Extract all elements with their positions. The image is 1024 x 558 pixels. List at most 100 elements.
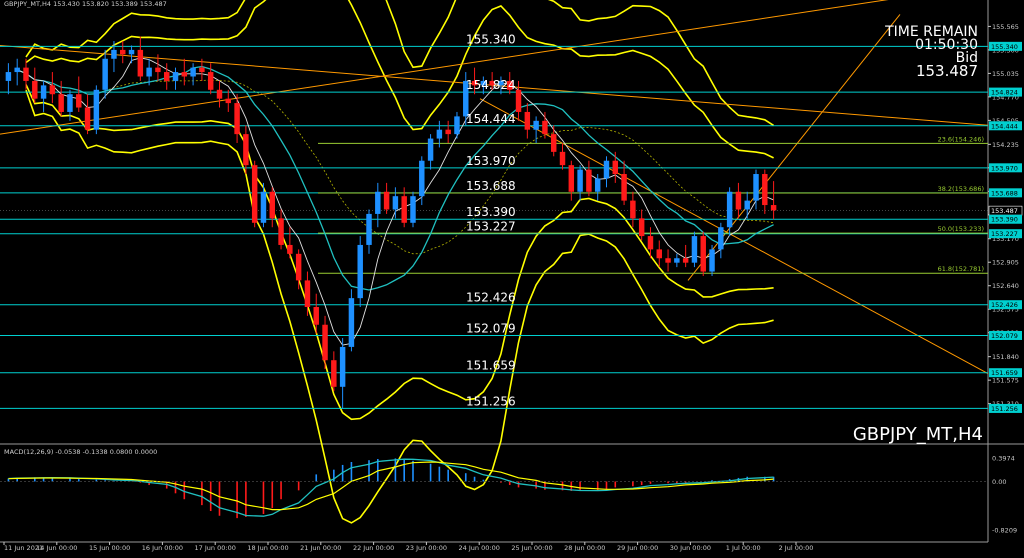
price-level-label: 155.340 (466, 32, 516, 46)
price-marker-label: 152.426 (991, 301, 1018, 309)
candle-body (313, 307, 319, 325)
candle-body (93, 89, 100, 130)
candle-body (366, 213, 372, 245)
candle-body (559, 151, 566, 166)
price-marker-label: 151.659 (991, 369, 1018, 377)
time-tick-label: 17 Jun 00:00 (195, 544, 236, 552)
candle-body (718, 227, 724, 250)
time-tick-label: 29 Jun 00:00 (617, 544, 658, 552)
price-marker-label: 153.390 (991, 216, 1018, 224)
candle-body (339, 346, 346, 387)
macd-label: MACD(12,26,9) -0.0538 -0.1338 0.0800 0.0… (4, 448, 157, 456)
candle-body (577, 169, 583, 192)
candle-body (410, 196, 416, 223)
candle-body (665, 258, 671, 263)
candle-body (84, 107, 91, 130)
price-tick-label: 151.575 (992, 377, 1019, 385)
candle-body (199, 67, 205, 73)
time-tick-label: 14 Jun 00:00 (36, 544, 77, 552)
candle-body (568, 165, 575, 192)
candle-body (14, 67, 20, 73)
price-level-label: 153.390 (466, 205, 516, 219)
time-tick-label: 18 Jun 00:00 (247, 544, 288, 552)
candle-body (128, 49, 135, 55)
candle-body (269, 191, 275, 219)
candle-body (454, 116, 460, 135)
time-tick-label: 1 Jul 00:00 (726, 544, 761, 552)
candle-body (436, 129, 443, 139)
fib-level-label: 38.2(153.686) (938, 185, 984, 193)
candle-body (32, 80, 38, 99)
fib-level-label: 50.0(153.233) (938, 225, 984, 233)
candle-body (234, 103, 240, 135)
price-tick-label: 155.565 (992, 23, 1019, 31)
price-tick-label: 152.640 (992, 282, 1019, 290)
candle-body (726, 191, 733, 228)
price-level-label: 154.824 (466, 78, 516, 92)
candle-body (216, 89, 223, 99)
price-marker-label: 153.970 (991, 164, 1018, 172)
candle-body (190, 67, 196, 77)
candle-body (392, 196, 399, 210)
time-tick-label: 22 Jun 00:00 (353, 544, 394, 552)
time-tick-label: 23 Jun 00:00 (406, 544, 447, 552)
candle-body (735, 191, 742, 210)
candle-body (770, 205, 777, 211)
chart-canvas[interactable]: 23.6(154.246) 38.2(153.686) 50.0(153.233) 6… (0, 0, 1024, 554)
price-tick-label: 154.235 (992, 141, 1019, 149)
candle-body (586, 169, 592, 192)
candle-body (111, 49, 117, 59)
price-marker-label: 152.079 (991, 332, 1018, 340)
candle-body (621, 174, 627, 201)
candle-body (304, 280, 311, 308)
candle-body (40, 85, 47, 99)
candle-body (594, 178, 601, 192)
candle-body (357, 244, 363, 299)
price-level-label: 152.079 (466, 321, 516, 335)
candle-body (542, 120, 548, 135)
candle-body (630, 200, 636, 219)
price-tick-label: 155.035 (992, 70, 1019, 78)
price-marker-label: 153.688 (991, 189, 1018, 197)
time-tick-label: 15 Jun 00:00 (89, 544, 130, 552)
candle-body (375, 191, 381, 214)
price-marker-label: 154.444 (991, 122, 1018, 130)
candle-body (163, 72, 170, 81)
candle-body (419, 160, 425, 197)
candle-body (225, 98, 232, 104)
candle-body (155, 67, 161, 73)
candle-body (427, 138, 434, 161)
candle-body (331, 360, 337, 387)
candle-body (524, 111, 531, 130)
price-tick-label: 152.905 (992, 259, 1019, 267)
macd-tick-label: 0.3974 (992, 455, 1015, 463)
fib-level-label: 61.8(152.781) (938, 265, 984, 273)
symbol-watermark: GBPJPY_MT,H4 (853, 424, 983, 445)
candle-body (49, 85, 56, 95)
candle-body (146, 67, 152, 77)
time-tick-label: 30 Jun 00:00 (670, 544, 711, 552)
price-marker-label: 155.340 (991, 43, 1018, 51)
candle-body (207, 72, 214, 90)
price-tick-label: 151.840 (992, 353, 1019, 361)
candle-body (612, 160, 619, 175)
macd-tick-label: -0.8209 (992, 527, 1017, 535)
candle-body (348, 298, 355, 347)
candle-body (120, 49, 126, 55)
candle-body (700, 236, 706, 272)
candle-body (5, 72, 12, 81)
candle-body (603, 160, 610, 179)
price-level-label: 152.426 (466, 291, 516, 305)
candle-body (709, 249, 715, 272)
price-marker-label: 154.824 (991, 89, 1018, 97)
gbpjpy-chart[interactable]: 23.6(154.246) 38.2(153.686) 50.0(153.233) 6… (0, 0, 1024, 554)
bid-value: 153.487 (916, 62, 978, 80)
macd-tick-label: 0.00 (992, 478, 1006, 486)
candle-body (58, 94, 64, 112)
time-tick-label: 2 Jul 00:00 (779, 544, 814, 552)
candle-body (647, 236, 654, 250)
price-level-label: 153.227 (466, 220, 516, 234)
candle-body (445, 129, 451, 135)
price-marker-label: 153.487 (991, 207, 1018, 215)
candle-body (295, 253, 302, 281)
